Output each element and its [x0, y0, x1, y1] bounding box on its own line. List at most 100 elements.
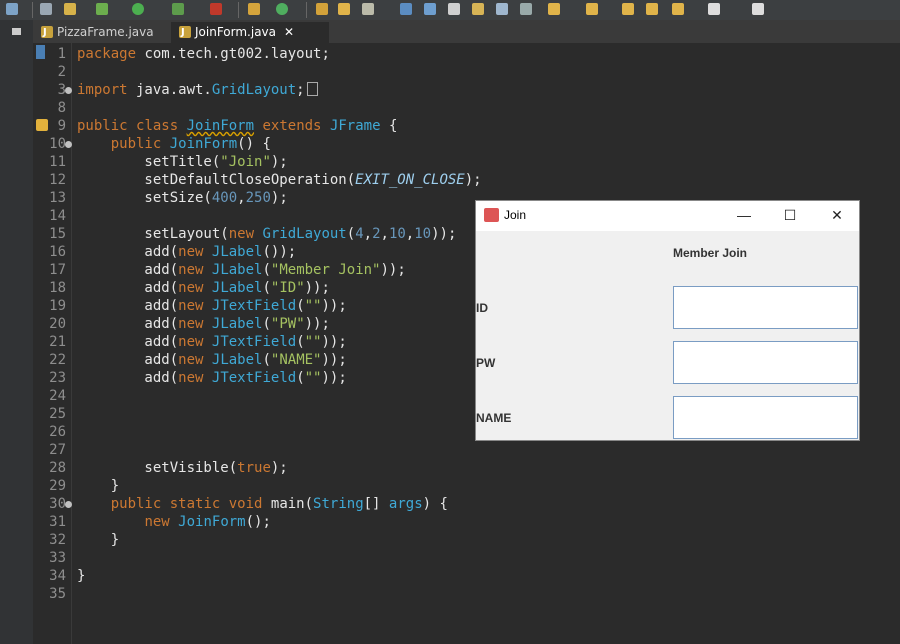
java-file-icon	[179, 22, 191, 43]
code-line[interactable]: setLayout(new GridLayout(4,2,10,10));	[77, 225, 456, 243]
join-window[interactable]: Join — ☐ ✕ Member Join ID PW NAME	[475, 200, 860, 441]
line-number: 3	[57, 82, 66, 98]
line-number: 28	[49, 460, 66, 476]
toolbar-button-doc-icon[interactable]	[496, 3, 508, 15]
toolbar-button-forward-edit-icon[interactable]	[646, 3, 658, 15]
toolbar-button-new-icon[interactable]	[64, 3, 76, 15]
code-line[interactable]: add(new JLabel("Member Join"));	[77, 261, 405, 279]
minimize-button[interactable]: —	[732, 205, 756, 225]
code-line[interactable]: }	[77, 531, 119, 549]
toolbar-button-new-class-icon[interactable]	[276, 3, 288, 15]
toolbar-separator	[238, 2, 239, 18]
code-line[interactable]: public JoinForm() {	[77, 135, 271, 153]
toolbar-button-run-icon[interactable]	[132, 3, 144, 15]
line-number: 11	[49, 154, 66, 170]
name-field[interactable]	[673, 396, 858, 439]
line-number: 22	[49, 352, 66, 368]
line-number: 13	[49, 190, 66, 206]
line-number: 17	[49, 262, 66, 278]
code-line[interactable]: public static void main(String[] args) {	[77, 495, 448, 513]
java-app-icon	[484, 208, 499, 222]
code-line[interactable]: setDefaultCloseOperation(EXIT_ON_CLOSE);	[77, 171, 481, 189]
code-line[interactable]: add(new JLabel("ID"));	[77, 279, 330, 297]
pw-label: PW	[476, 356, 496, 370]
fold-toggle-icon[interactable]	[65, 501, 72, 508]
line-number: 34	[49, 568, 66, 584]
tab-label: JoinForm.java	[195, 25, 277, 39]
toolbar-button-external-tools-icon[interactable]	[210, 3, 222, 15]
code-line[interactable]: add(new JLabel());	[77, 243, 296, 261]
code-line[interactable]: }	[77, 567, 85, 585]
line-number: 2	[57, 64, 66, 80]
pw-field[interactable]	[673, 341, 858, 384]
fold-toggle-icon[interactable]	[65, 87, 72, 94]
window-title: Join	[504, 208, 527, 222]
code-line[interactable]: }	[77, 477, 119, 495]
collapsed-imports-icon[interactable]	[306, 82, 318, 96]
java-file-icon	[41, 22, 53, 43]
line-number: 25	[49, 406, 66, 422]
tab-pizzaframe[interactable]: PizzaFrame.java	[33, 22, 165, 43]
toolbar-separator	[306, 2, 307, 18]
line-number: 26	[49, 424, 66, 440]
code-line[interactable]: new JoinForm();	[77, 513, 270, 531]
id-label: ID	[476, 301, 488, 315]
code-line[interactable]: package com.tech.gt002.layout;	[77, 45, 330, 63]
toolbar-button-back-edit-icon[interactable]	[622, 3, 634, 15]
warning-marker-icon	[36, 119, 48, 131]
left-trim-stack	[0, 20, 33, 644]
close-tab-icon[interactable]: ✕	[284, 25, 294, 39]
toolbar-button-task-icon[interactable]	[448, 3, 460, 15]
line-number: 30	[49, 496, 66, 512]
toolbar-button-debug-icon[interactable]	[96, 3, 108, 15]
line-number: 32	[49, 532, 66, 548]
code-line[interactable]: add(new JLabel("NAME"));	[77, 351, 346, 369]
line-number: 27	[49, 442, 66, 458]
tab-label: PizzaFrame.java	[57, 25, 154, 39]
line-number: 14	[49, 208, 66, 224]
code-line[interactable]: add(new JTextField(""));	[77, 369, 346, 387]
line-number: 21	[49, 334, 66, 350]
toolbar-button-pin-icon[interactable]	[752, 3, 764, 15]
toolbar-button-sync-icon[interactable]	[6, 3, 18, 15]
line-number: 29	[49, 478, 66, 494]
toolbar-button-search-icon[interactable]	[400, 3, 412, 15]
member-join-label: Member Join	[673, 246, 748, 260]
code-line[interactable]: setVisible(true);	[77, 459, 287, 477]
code-line[interactable]: setSize(400,250);	[77, 189, 287, 207]
toolbar-button-forward-icon[interactable]	[708, 3, 720, 15]
minimized-view-icon[interactable]	[12, 28, 21, 35]
line-number: 12	[49, 172, 66, 188]
toolbar-button-annotation-icon[interactable]	[472, 3, 484, 15]
line-number: 23	[49, 370, 66, 386]
id-field[interactable]	[673, 286, 858, 329]
fold-toggle-icon[interactable]	[65, 141, 72, 148]
code-line[interactable]: public class JoinForm extends JFrame {	[77, 117, 397, 135]
toolbar-button-list-icon[interactable]	[40, 3, 52, 15]
code-line[interactable]: add(new JTextField(""));	[77, 333, 346, 351]
toolbar-button-new-package-icon[interactable]	[248, 3, 260, 15]
code-line[interactable]: import java.awt.GridLayout;	[77, 81, 318, 99]
line-number: 18	[49, 280, 66, 296]
code-line[interactable]: setTitle("Join");	[77, 153, 287, 171]
toolbar-button-coverage-icon[interactable]	[172, 3, 184, 15]
line-number: 35	[49, 586, 66, 602]
toolbar-button-back-icon[interactable]	[672, 3, 684, 15]
toolbar-button-prev-annotation-icon[interactable]	[586, 3, 598, 15]
line-number: 19	[49, 298, 66, 314]
line-number: 24	[49, 388, 66, 404]
window-title-bar[interactable]: Join — ☐ ✕	[476, 201, 859, 231]
line-number: 8	[57, 100, 66, 116]
close-button[interactable]: ✕	[825, 205, 849, 225]
toolbar-button-pen-icon[interactable]	[362, 3, 374, 15]
toolbar-button-highlight-icon[interactable]	[424, 3, 436, 15]
toolbar-button-pilcrow-icon[interactable]	[520, 3, 532, 15]
tab-joinform[interactable]: JoinForm.java ✕	[171, 22, 329, 43]
code-line[interactable]: add(new JLabel("PW"));	[77, 315, 330, 333]
toolbar-button-next-annotation-icon[interactable]	[548, 3, 560, 15]
line-number: 16	[49, 244, 66, 260]
maximize-button[interactable]: ☐	[778, 205, 802, 225]
toolbar-button-open-type-icon[interactable]	[316, 3, 328, 15]
toolbar-button-open-folder-icon[interactable]	[338, 3, 350, 15]
code-line[interactable]: add(new JTextField(""));	[77, 297, 346, 315]
